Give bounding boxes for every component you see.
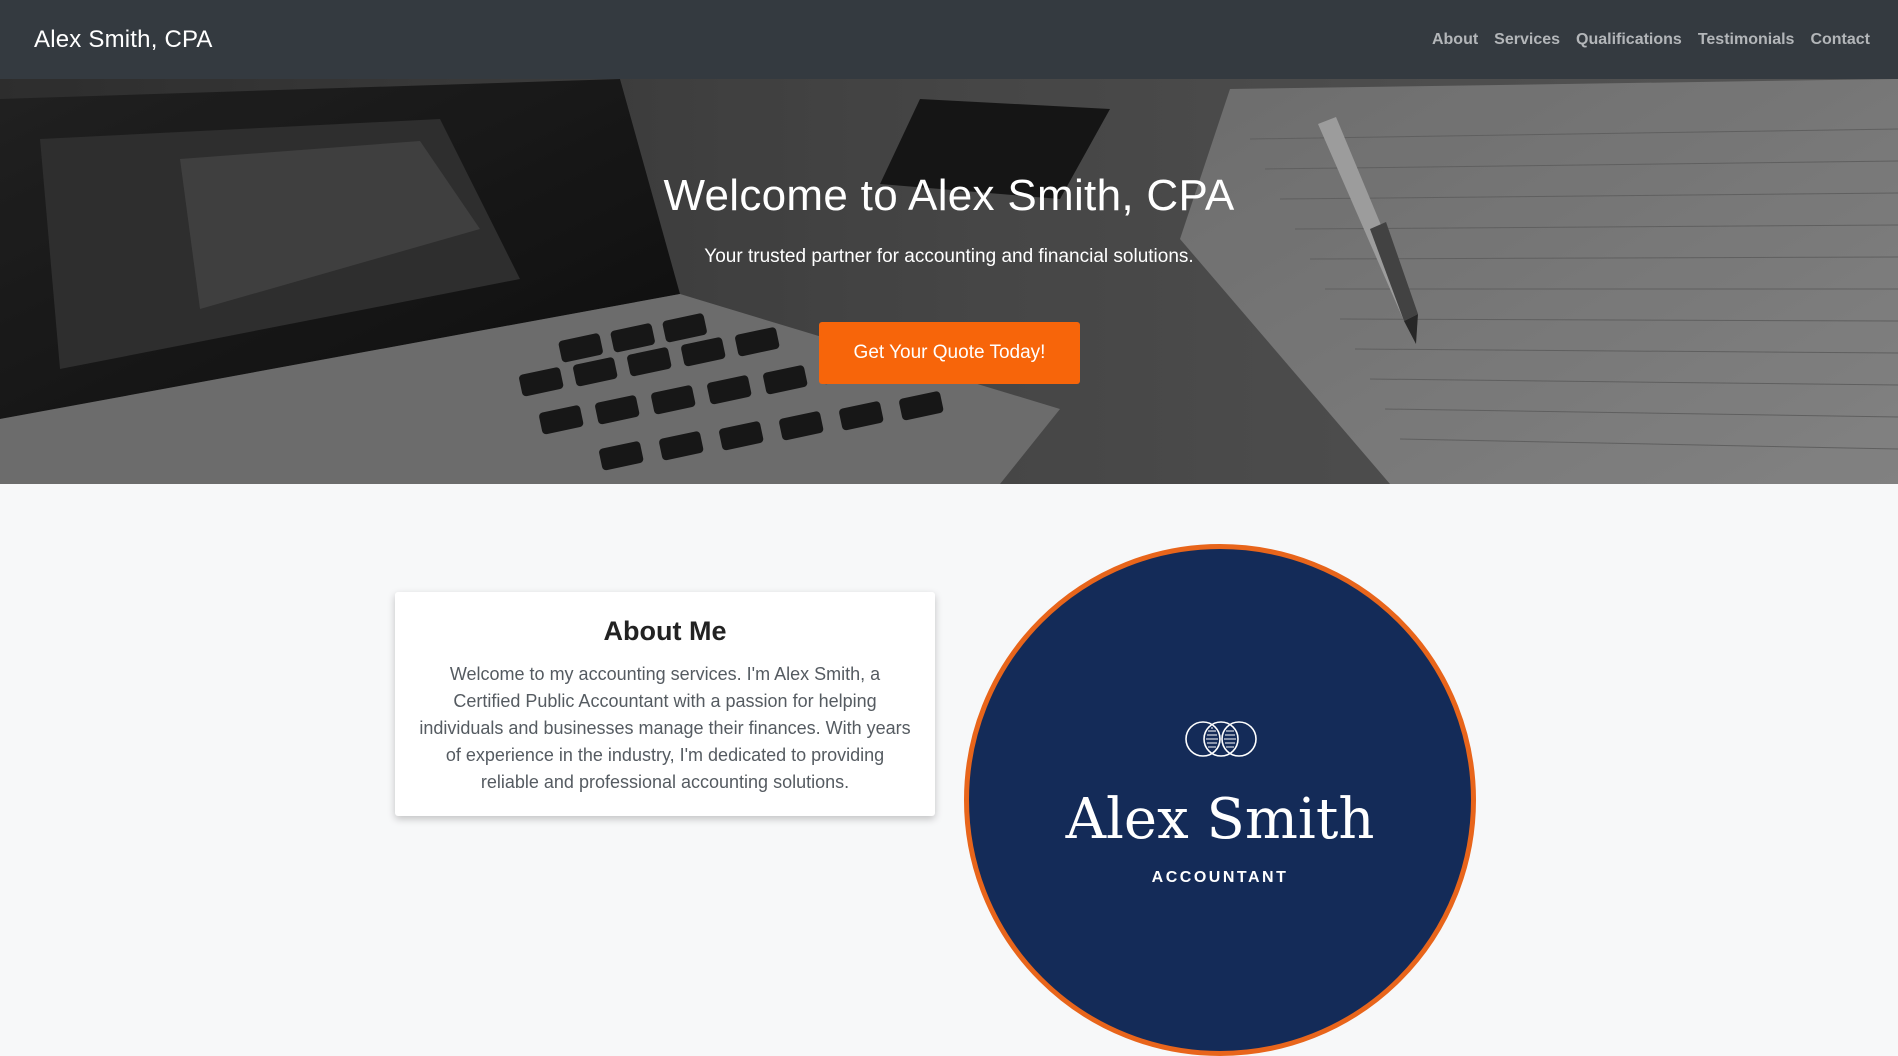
hero-section: Welcome to Alex Smith, CPA Your trusted … [0,79,1898,484]
hero-title: Welcome to Alex Smith, CPA [663,171,1235,220]
hero-content: Welcome to Alex Smith, CPA Your trusted … [0,79,1898,484]
brand-link[interactable]: Alex Smith, CPA [34,26,213,54]
nav-link-contact[interactable]: Contact [1802,31,1878,49]
logo-name: Alex Smith [1065,787,1375,852]
nav-link-about[interactable]: About [1424,31,1486,49]
nav-links: About Services Qualifications Testimonia… [1424,31,1878,49]
logo-role: ACCOUNTANT [1151,869,1289,886]
top-navbar: Alex Smith, CPA About Services Qualifica… [0,0,1898,79]
nav-link-qualifications[interactable]: Qualifications [1568,31,1690,49]
interlocking-rings-icon [1185,721,1257,757]
hero-subtitle: Your trusted partner for accounting and … [704,246,1194,267]
about-title: About Me [603,616,727,646]
get-quote-button[interactable]: Get Your Quote Today! [819,322,1080,384]
nav-link-services[interactable]: Services [1486,31,1568,49]
nav-link-testimonials[interactable]: Testimonials [1690,31,1803,49]
logo-badge: Alex Smith ACCOUNTANT [964,544,1476,1056]
about-text: Welcome to my accounting services. I'm A… [419,664,911,792]
about-card: About Me Welcome to my accounting servic… [395,592,935,816]
